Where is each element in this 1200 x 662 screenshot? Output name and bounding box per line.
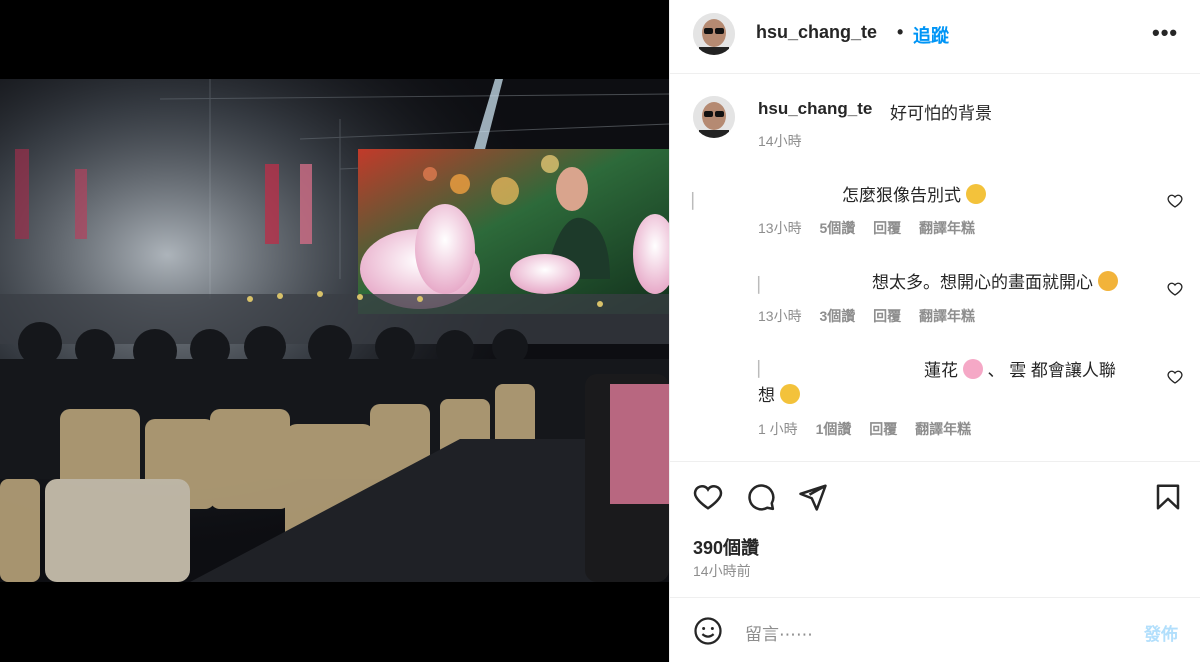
cropped-avatar: ▏ (692, 193, 704, 210)
caption-time[interactable]: 14小時 (758, 131, 802, 151)
post-actions: 390個讚 14小時前 (670, 461, 1200, 597)
avatar-image (693, 96, 735, 138)
emoji-smile-icon[interactable] (693, 616, 723, 646)
author-avatar[interactable] (693, 13, 735, 55)
comment-time[interactable]: 1 小時 (758, 421, 798, 437)
comment-meta: 1 小時 1個讚 回覆 翻譯年糕 (758, 419, 985, 439)
translate-button[interactable]: 翻譯年糕 (919, 220, 975, 236)
comment-time[interactable]: 13小時 (758, 220, 802, 236)
comment-text-line1: 蓮花 、 雲 都會讓人聯 (924, 359, 1116, 380)
caption-avatar[interactable] (693, 96, 735, 138)
comment-likes[interactable]: 5個讚 (819, 220, 855, 236)
comment-meta: 13小時 3個讚 回覆 翻譯年糕 (758, 306, 989, 326)
comment-text: 怎麼狠像告別式 (842, 183, 986, 208)
more-horizontal-icon[interactable]: ••• (1152, 20, 1178, 46)
concert-photo-image (0, 79, 669, 582)
follow-button[interactable]: 追蹤 (913, 22, 949, 48)
reply-button[interactable]: 回覆 (869, 421, 897, 437)
lotus-emoji-icon (962, 359, 983, 379)
cropped-avatar: ▏ (758, 277, 770, 294)
post-comment-button[interactable]: 發佈 (1144, 620, 1178, 645)
comment-time[interactable]: 13小時 (758, 308, 802, 324)
comment-meta: 13小時 5個讚 回覆 翻譯年糕 (758, 218, 989, 238)
comment-text-line2: 想 (758, 383, 800, 408)
share-send-icon[interactable] (797, 482, 829, 512)
scream-emoji-icon (965, 184, 986, 204)
post-detail-panel: hsu_chang_te • 追蹤 ••• hsu_chang_te 好可怕的背… (669, 0, 1200, 662)
likes-count[interactable]: 390個讚 (693, 534, 759, 560)
comment-bubble-icon[interactable] (745, 482, 777, 512)
cropped-avatar: ▏ (758, 361, 770, 378)
like-heart-icon[interactable] (1167, 193, 1183, 209)
separator-dot: • (897, 22, 904, 42)
posted-time[interactable]: 14小時前 (693, 561, 751, 581)
caption-username[interactable]: hsu_chang_te (758, 99, 872, 119)
comment-likes[interactable]: 3個讚 (819, 308, 855, 324)
avatar-image (693, 13, 735, 55)
author-username[interactable]: hsu_chang_te (756, 22, 877, 43)
bookmark-save-icon[interactable] (1152, 482, 1184, 512)
post-header: hsu_chang_te • 追蹤 ••• (670, 0, 1200, 74)
like-heart-icon[interactable] (1167, 281, 1183, 297)
translate-button[interactable]: 翻譯年糕 (919, 308, 975, 324)
party-face-emoji-icon (1097, 271, 1118, 291)
comment-composer: 留言⋯⋯ 發佈 (670, 597, 1200, 662)
like-heart-icon[interactable] (1167, 369, 1183, 385)
comment-likes[interactable]: 1個讚 (816, 421, 852, 437)
caption-text: 好可怕的背景 (890, 104, 992, 123)
translate-button[interactable]: 翻譯年糕 (915, 421, 971, 437)
media-pane (0, 0, 669, 662)
reply-button[interactable]: 回覆 (873, 220, 901, 236)
reply-button[interactable]: 回覆 (873, 308, 901, 324)
comment-input[interactable]: 留言⋯⋯ (745, 620, 813, 645)
laughing-emoji-icon (779, 384, 800, 404)
like-heart-icon[interactable] (692, 482, 724, 512)
comment-text: 想太多。想開心的畫面就開心 (872, 270, 1118, 295)
post-photo[interactable] (0, 79, 669, 582)
